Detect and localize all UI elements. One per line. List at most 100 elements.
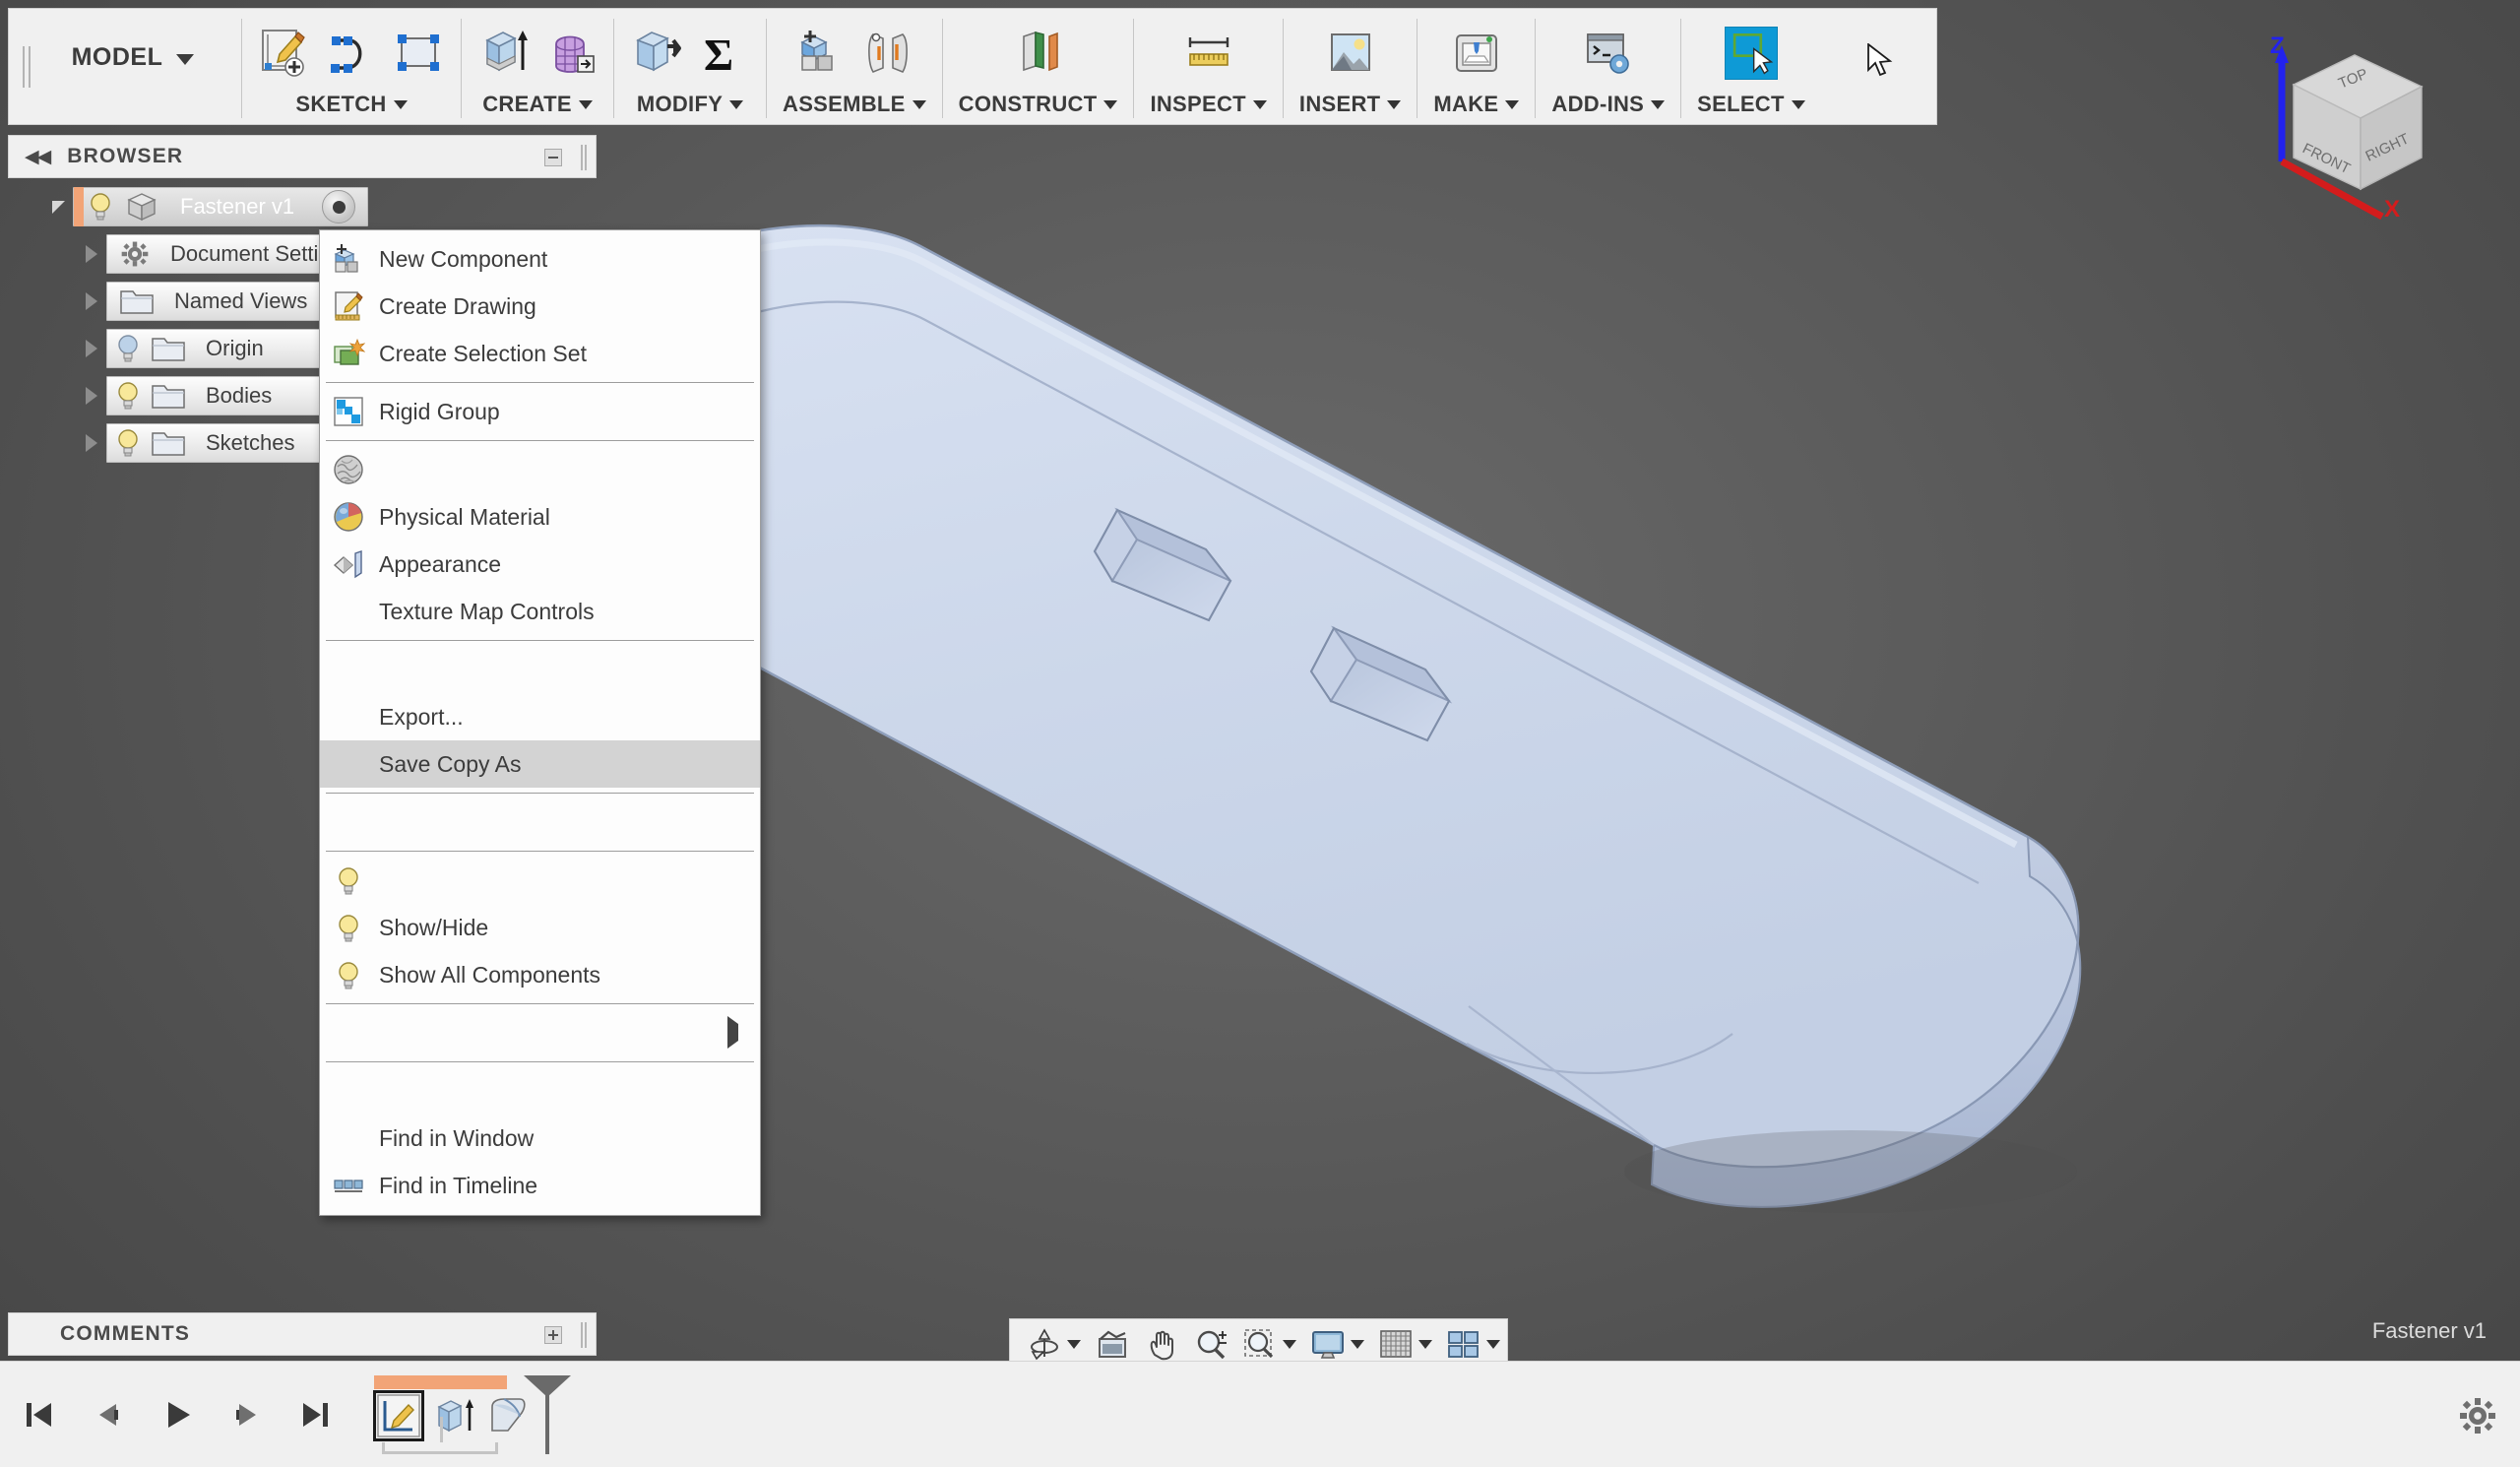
menu-item-label: Show All Components (379, 961, 601, 988)
new-component-icon[interactable] (794, 27, 848, 80)
step-forward-icon[interactable] (228, 1397, 264, 1433)
sketch-feature-icon[interactable] (373, 1389, 424, 1441)
ribbon-group-label[interactable]: MODIFY (637, 92, 744, 124)
ribbon-group-label[interactable]: CREATE (482, 92, 593, 124)
menu-item-do-not-capture-design-history[interactable]: Find in Timeline (320, 1162, 760, 1209)
chevron-down-icon (1103, 99, 1118, 109)
plus-icon[interactable] (544, 1326, 562, 1344)
expand-twisty-closed[interactable] (77, 419, 106, 467)
measure-ruler-icon[interactable] (1182, 27, 1235, 80)
bulb-icon[interactable] (111, 332, 145, 365)
mouse-cursor (1867, 43, 1893, 77)
parameters-sigma-icon[interactable]: Σ (697, 27, 750, 80)
menu-item-show-all-bodies[interactable]: Show All Components (320, 951, 760, 998)
menu-item-export[interactable] (320, 646, 760, 693)
ribbon-group-label[interactable]: MAKE (1433, 92, 1520, 124)
menu-item-find-in-window[interactable] (320, 1067, 760, 1115)
ribbon-group-label[interactable]: ADD-INS (1551, 92, 1666, 124)
menu-item-create-drawing[interactable]: Create Drawing (320, 283, 760, 330)
minimize-icon[interactable] (544, 149, 562, 166)
label-text: SELECT (1697, 92, 1785, 116)
expand-twisty-closed[interactable] (77, 325, 106, 372)
menu-item-save-copy-as[interactable]: Export... (320, 693, 760, 740)
activate-component-radio[interactable] (322, 190, 356, 223)
comments-title: COMMENTS (60, 1322, 191, 1345)
menu-item-save-as-stl[interactable]: Save Copy As (320, 740, 760, 788)
menu-separator (326, 382, 754, 383)
expand-twisty-closed[interactable] (77, 372, 106, 419)
menu-item-new-component[interactable]: New Component (320, 235, 760, 283)
step-back-icon[interactable] (91, 1397, 126, 1433)
folder-icon (152, 432, 185, 456)
bulb-icon[interactable] (111, 426, 145, 460)
gear-icon[interactable] (2459, 1397, 2496, 1435)
tree-chip[interactable]: Sketches (106, 423, 350, 463)
menu-item-label: Rigid Group (379, 398, 500, 424)
mesh-create-icon[interactable] (544, 27, 598, 80)
chevron-down-icon (578, 99, 593, 109)
ribbon-group-label[interactable]: INSPECT (1150, 92, 1267, 124)
tree-chip[interactable]: Bodies (106, 376, 350, 415)
menu-item-label: Export... (379, 703, 464, 730)
view-cube[interactable]: Z X TOP FRONT RIGHT (2246, 24, 2463, 223)
tree-chip[interactable]: Fastener v1 (73, 187, 368, 226)
physical-material-icon (334, 455, 363, 484)
menu-item-find-in-timeline[interactable]: Find in Window (320, 1115, 760, 1162)
3d-print-icon[interactable] (1450, 27, 1503, 80)
capture-history-icon (334, 1180, 363, 1192)
tree-item-label: Fastener v1 (180, 194, 295, 219)
ribbon-group-label[interactable]: ASSEMBLE (783, 92, 926, 124)
no-icon (332, 595, 365, 628)
workspace-switcher[interactable]: MODEL (44, 9, 241, 124)
ribbon-group-modify: Σ MODIFY (614, 9, 766, 124)
menu-separator (326, 1061, 754, 1062)
extrude-icon[interactable] (477, 27, 531, 80)
spline-icon[interactable] (325, 27, 378, 80)
chevron-down-icon (1651, 99, 1666, 109)
play-icon[interactable] (159, 1397, 195, 1433)
select-window-icon[interactable] (1724, 27, 1778, 80)
joint-icon[interactable] (861, 27, 914, 80)
menu-item-physical-material[interactable] (320, 446, 760, 493)
skip-end-icon[interactable] (297, 1397, 333, 1433)
menu-item-show-hide[interactable] (320, 857, 760, 904)
document-name-label: Fastener v1 (2371, 1318, 2487, 1343)
expand-twisty-open[interactable] (43, 183, 73, 230)
menu-item-label: Find in Timeline (379, 1172, 538, 1198)
ribbon-group-label[interactable]: SKETCH (295, 92, 408, 124)
tree-item-fastener[interactable]: Fastener v1 (8, 183, 597, 230)
menu-item-texture-map-controls[interactable]: Appearance (320, 541, 760, 588)
scripts-addins-icon[interactable] (1582, 27, 1635, 80)
menu-item-display-detail-control[interactable] (320, 798, 760, 846)
insert-image-icon[interactable] (1324, 27, 1377, 80)
tree-item-label: Sketches (206, 430, 295, 455)
orbit-icon (1031, 1327, 1058, 1360)
panel-grip[interactable] (580, 1322, 588, 1353)
expand-twisty-closed[interactable] (77, 230, 106, 278)
ribbon-group-label[interactable]: SELECT (1697, 92, 1805, 124)
menu-item-label: Show/Hide (379, 914, 489, 940)
bulb-icon[interactable] (111, 379, 145, 413)
menu-item-label: Create Selection Set (379, 340, 587, 366)
menu-item-properties[interactable]: Texture Map Controls (320, 588, 760, 635)
ribbon-grip[interactable] (9, 9, 44, 124)
ribbon-group-label[interactable]: INSERT (1299, 92, 1402, 124)
panel-grip[interactable] (580, 145, 588, 170)
menu-item-rigid-group[interactable]: Rigid Group (320, 388, 760, 435)
bulb-icon[interactable] (84, 190, 117, 223)
tree-chip[interactable]: Origin (106, 329, 350, 368)
expand-twisty-closed[interactable] (77, 278, 106, 325)
ribbon-group-label[interactable]: CONSTRUCT (959, 92, 1118, 124)
rectangle-icon[interactable] (392, 27, 445, 80)
extrude-feature-icon[interactable] (431, 1393, 476, 1438)
menu-item-appearance[interactable]: Physical Material (320, 493, 760, 541)
offset-plane-icon[interactable] (1012, 27, 1065, 80)
menu-item-show-all-components[interactable]: Show/Hide (320, 904, 760, 951)
double-left-arrow-icon[interactable]: ◀◀ (25, 148, 51, 166)
timeline-marker-icon[interactable] (520, 1373, 575, 1456)
menu-item-create-selection-set[interactable]: Create Selection Set (320, 330, 760, 377)
skip-start-icon[interactable] (22, 1397, 57, 1433)
press-pull-icon[interactable] (630, 27, 683, 80)
create-sketch-icon[interactable] (258, 27, 311, 80)
menu-item-opacity-control[interactable] (320, 1009, 760, 1056)
